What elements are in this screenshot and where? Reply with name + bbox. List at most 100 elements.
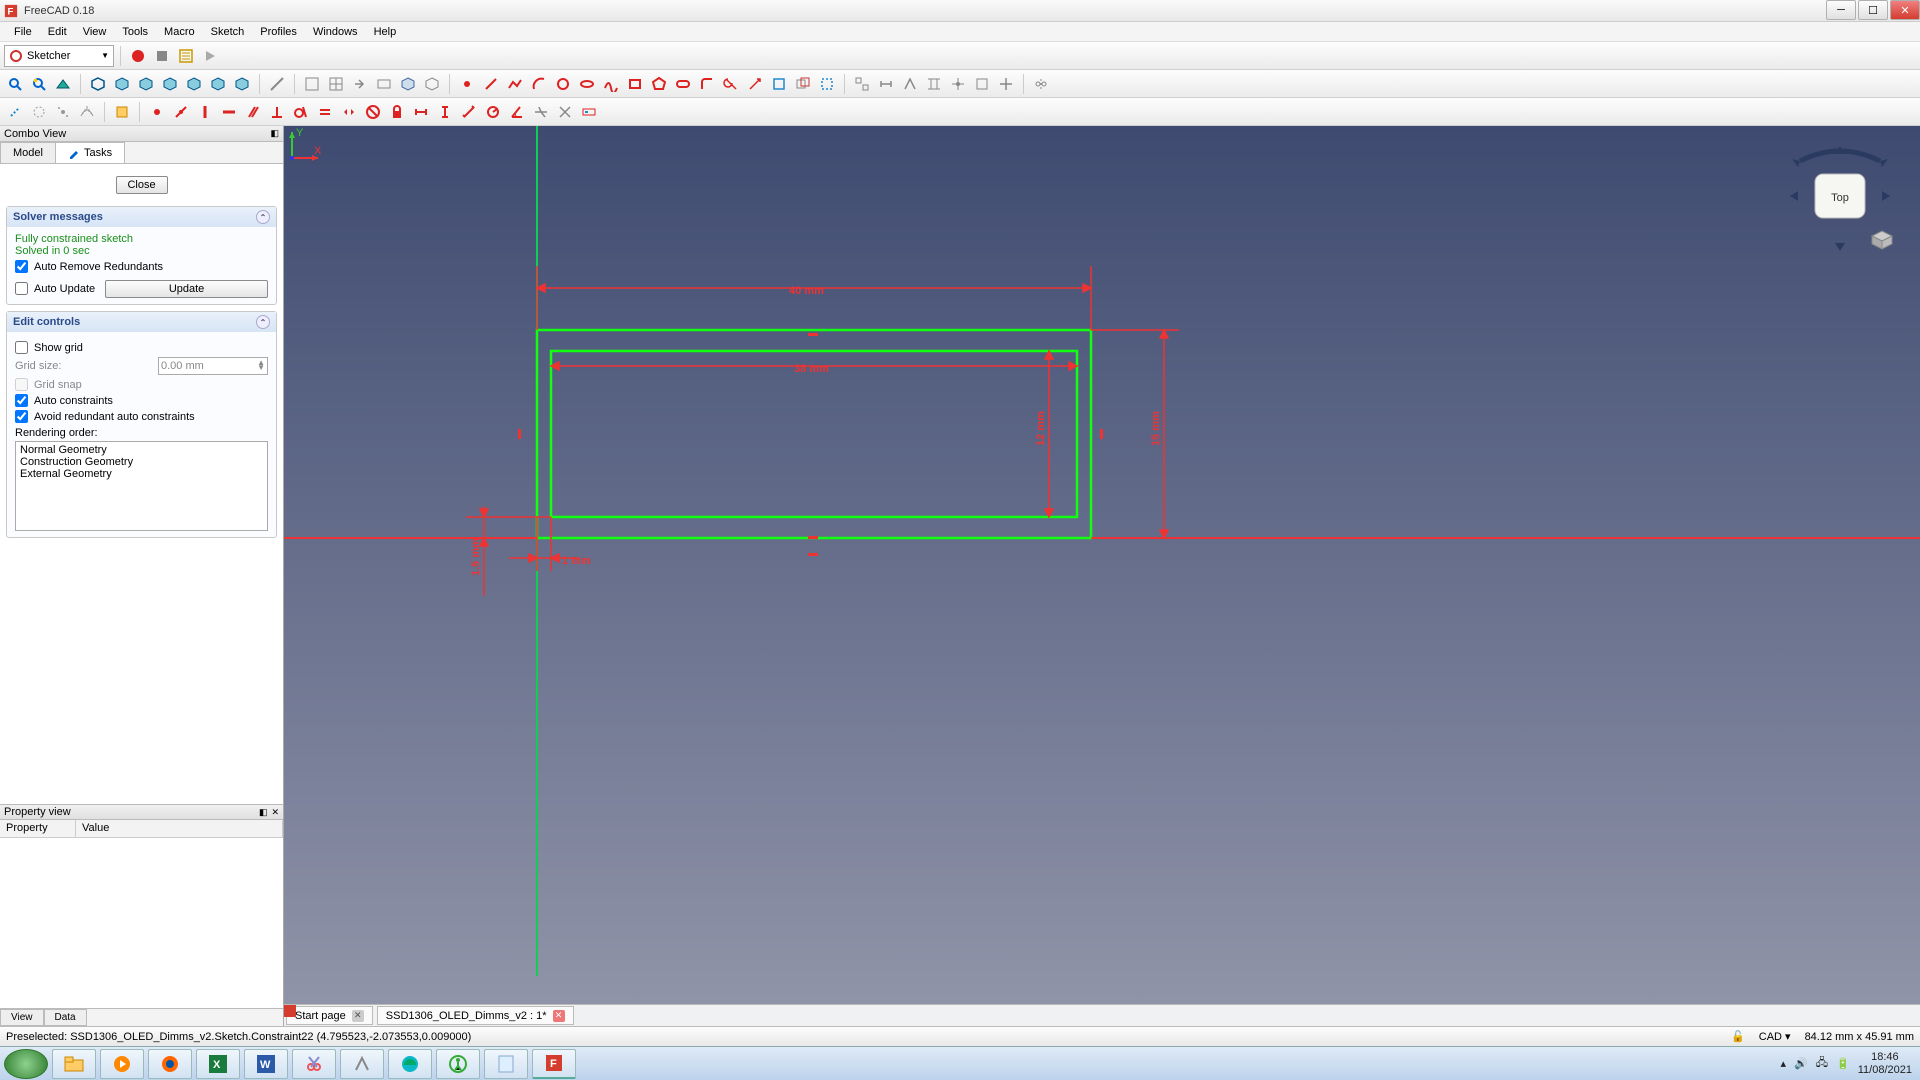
constrain-horizontal-icon[interactable] [218,101,240,123]
view-left-icon[interactable] [231,73,253,95]
doctab-start[interactable]: Start page ✕ [286,1006,373,1025]
select-origin-icon[interactable] [947,73,969,95]
select-vert-axis-icon[interactable] [971,73,993,95]
collapse-icon[interactable]: ⌃ [256,210,270,224]
constrain-angle-icon[interactable] [506,101,528,123]
system-tray[interactable]: ▴ 🔊 🖧 🔋 18:46 11/08/2021 [1781,1051,1920,1075]
dim-inner-width[interactable]: 38 mm [794,363,829,375]
freecad-task-icon[interactable]: F [532,1049,576,1079]
virtual-space-icon[interactable] [111,101,133,123]
bspline-poles-icon[interactable] [52,101,74,123]
polygon-tool-icon[interactable] [648,73,670,95]
extend-tool-icon[interactable] [744,73,766,95]
dim-offset-h[interactable]: 1.5 mm [470,538,482,576]
property-view-header[interactable]: Property view ◧✕ [0,804,283,820]
menu-edit[interactable]: Edit [40,24,75,40]
map-sketch-icon[interactable] [397,73,419,95]
collapse-icon[interactable]: ⌃ [256,315,270,329]
tab-model[interactable]: Model [0,142,56,163]
wmp-icon[interactable] [100,1049,144,1079]
constrain-perpendicular-icon[interactable] [266,101,288,123]
constrain-lock-icon[interactable] [386,101,408,123]
constrain-coincident-icon[interactable] [146,101,168,123]
app2-icon[interactable] [436,1049,480,1079]
solver-header[interactable]: Solver messages ⌃ [7,207,276,227]
app-icon[interactable] [340,1049,384,1079]
close-sketch-button[interactable]: Close [116,176,168,194]
leave-sketch-icon[interactable] [349,73,371,95]
external-geom-icon[interactable] [768,73,790,95]
tray-clock[interactable]: 18:46 11/08/2021 [1858,1051,1912,1075]
fillet-tool-icon[interactable] [696,73,718,95]
fit-all-icon[interactable] [4,73,26,95]
close-button[interactable]: ✕ [1890,0,1920,20]
tab-tasks[interactable]: Tasks [55,142,125,163]
tray-network-icon[interactable]: 🖧 [1816,1054,1828,1073]
line-tool-icon[interactable] [480,73,502,95]
construction-mode-icon[interactable] [816,73,838,95]
menu-view[interactable]: View [75,24,115,40]
minimize-button[interactable]: ─ [1826,0,1856,20]
col-property[interactable]: Property [0,820,76,837]
measure-icon[interactable] [266,73,288,95]
constrain-vdist-icon[interactable] [434,101,456,123]
dim-outer-width[interactable]: 40 mm [789,285,824,297]
status-navstyle[interactable]: CAD ▾ [1759,1030,1791,1043]
sketch-canvas[interactable]: 40 mm 38 mm 15 mm 12 mm [284,126,1920,976]
symmetry-icon[interactable] [1030,73,1052,95]
bspline-tool-icon[interactable] [600,73,622,95]
menu-help[interactable]: Help [366,24,405,40]
constrain-parallel-icon[interactable] [242,101,264,123]
point-tool-icon[interactable] [456,73,478,95]
macro-stop-icon[interactable] [151,45,173,67]
nav-right-icon[interactable] [1882,191,1890,201]
toggle-driving-icon[interactable] [578,101,600,123]
menu-macro[interactable]: Macro [156,24,203,40]
auto-remove-checkbox[interactable] [15,260,28,273]
draw-style-icon[interactable] [52,73,74,95]
nav-left-icon[interactable] [1790,191,1798,201]
macro-play-icon[interactable] [199,45,221,67]
bspline-degree-icon[interactable] [28,101,50,123]
list-item[interactable]: Normal Geometry [20,444,263,456]
dim-inner-height[interactable]: 12 mm [1035,411,1047,446]
carbon-copy-icon[interactable] [792,73,814,95]
auto-constraints-checkbox[interactable] [15,394,28,407]
polyline-tool-icon[interactable] [504,73,526,95]
avoid-redundant-checkbox[interactable] [15,410,28,423]
list-item[interactable]: External Geometry [20,468,263,480]
show-grid-checkbox[interactable] [15,341,28,354]
dim-outer-height[interactable]: 15 mm [1150,411,1162,446]
menu-file[interactable]: File [6,24,40,40]
constrain-point-on-icon[interactable] [170,101,192,123]
macro-list-icon[interactable] [175,45,197,67]
bspline-comb-icon[interactable] [76,101,98,123]
status-padlock-icon[interactable]: 🔓 [1731,1030,1745,1043]
tray-volume-icon[interactable]: 🔊 [1794,1057,1808,1070]
tray-battery-icon[interactable]: 🔋 [1836,1057,1850,1070]
render-order-list[interactable]: Normal Geometry Construction Geometry Ex… [15,441,268,531]
menu-tools[interactable]: Tools [114,24,156,40]
prop-tab-data[interactable]: Data [44,1009,87,1026]
close-tab-icon[interactable]: ✕ [553,1010,565,1022]
view-rear-icon[interactable] [183,73,205,95]
undock-icon[interactable]: ◧ [259,807,268,818]
navcube-face-label[interactable]: Top [1831,192,1849,204]
conic-tool-icon[interactable] [576,73,598,95]
view-right-icon[interactable] [159,73,181,95]
notepad-icon[interactable] [484,1049,528,1079]
slot-tool-icon[interactable] [672,73,694,95]
constrain-tangent-icon[interactable] [290,101,312,123]
snip-icon[interactable] [292,1049,336,1079]
select-horiz-axis-icon[interactable] [995,73,1017,95]
view-top-icon[interactable] [135,73,157,95]
arc-tool-icon[interactable] [528,73,550,95]
connect-icon[interactable] [899,73,921,95]
start-button[interactable] [4,1049,48,1079]
close-shape-icon[interactable] [875,73,897,95]
view-bottom-icon[interactable] [207,73,229,95]
constrain-equal-icon[interactable] [314,101,336,123]
view-iso-icon[interactable] [87,73,109,95]
view-sketch-icon[interactable] [373,73,395,95]
macro-record-icon[interactable] [127,45,149,67]
